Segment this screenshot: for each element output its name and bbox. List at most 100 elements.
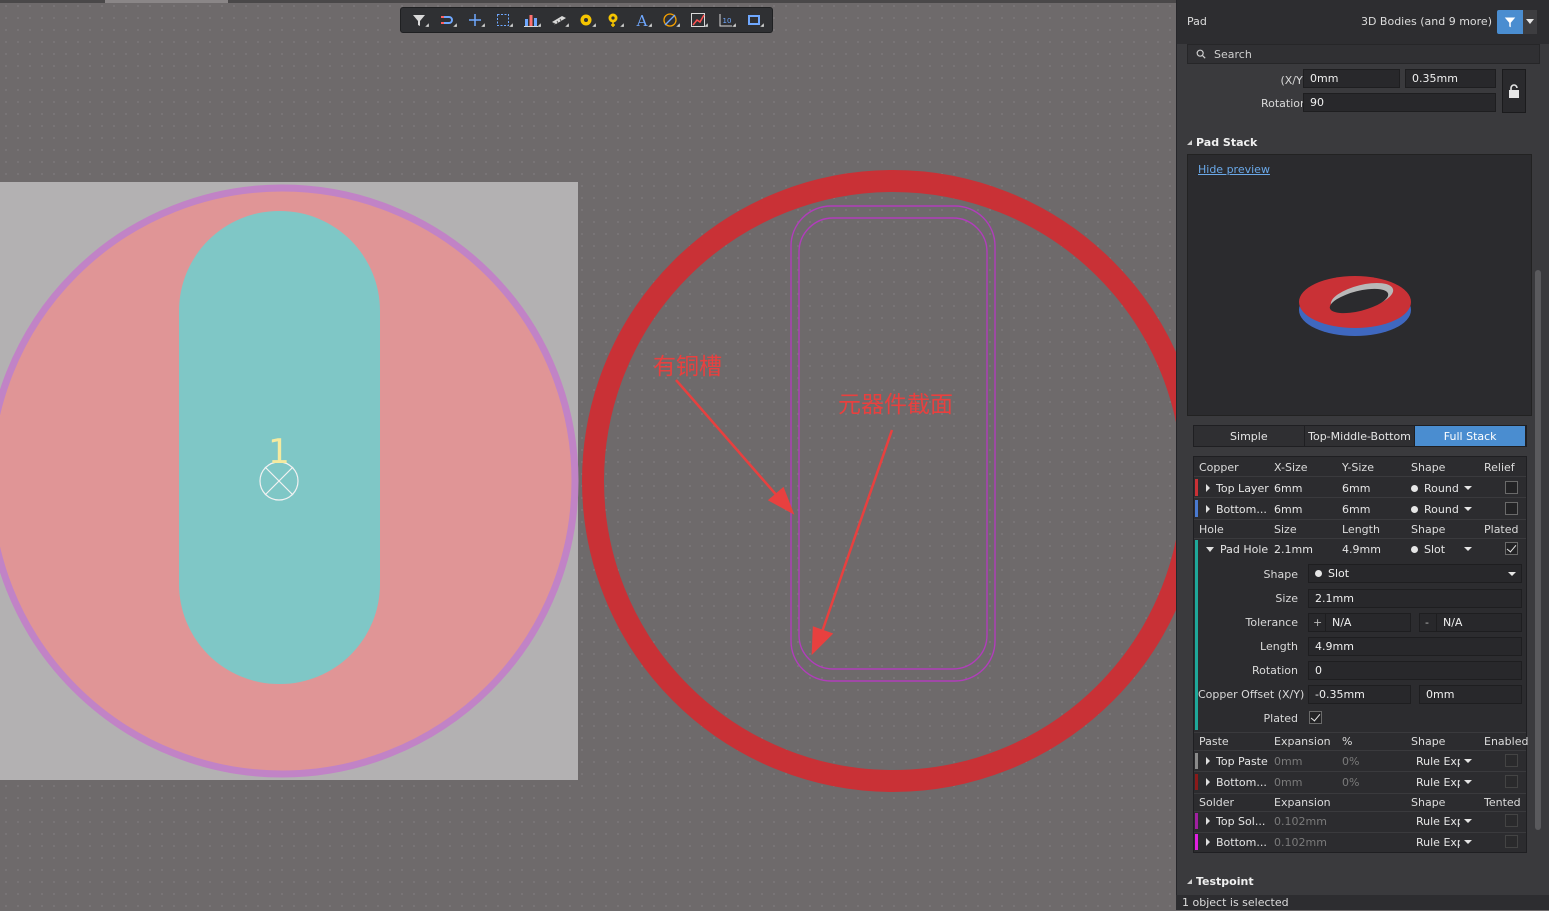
top-paste-expansion[interactable]: 0mm xyxy=(1274,755,1302,768)
top-solder-expansion[interactable]: 0.102mm xyxy=(1274,815,1327,828)
bottom-paste-shape[interactable]: Rule Exp xyxy=(1416,776,1460,789)
top-solder-tented-checkbox[interactable] xyxy=(1505,814,1518,827)
lock-icon xyxy=(1509,84,1519,98)
arc-icon[interactable] xyxy=(656,9,684,31)
hole-color xyxy=(1195,540,1198,730)
rotation-field[interactable]: 90 xyxy=(1303,93,1496,112)
solder-col-header: Solder xyxy=(1199,796,1235,809)
table-row[interactable]: Pad Hole xyxy=(1206,543,1274,556)
shape-col-header: Shape xyxy=(1411,461,1446,474)
bottom-paste-expansion[interactable]: 0mm xyxy=(1274,776,1302,789)
testpoint-section[interactable]: Testpoint xyxy=(1187,875,1254,888)
pad-3d-preview[interactable]: Hide preview xyxy=(1187,154,1532,416)
hole-length-field[interactable]: 4.9mm xyxy=(1308,637,1522,656)
filter-button[interactable] xyxy=(1497,10,1537,34)
dimension-icon[interactable]: 10 xyxy=(712,9,740,31)
via-icon[interactable] xyxy=(573,9,601,31)
top-layer-shape[interactable]: Round xyxy=(1411,482,1459,495)
filter-icon[interactable] xyxy=(405,9,433,31)
table-row[interactable]: Bottom... xyxy=(1206,776,1274,789)
select-rect-icon[interactable] xyxy=(489,9,517,31)
bar-chart-icon[interactable] xyxy=(517,9,545,31)
bottom-solder-tented-checkbox[interactable] xyxy=(1505,835,1518,848)
x-field[interactable]: 0mm xyxy=(1303,69,1400,88)
tolerance-plus-field[interactable]: N/A xyxy=(1325,613,1411,632)
y-field[interactable]: 0.35mm xyxy=(1405,69,1496,88)
bottom-layer-xsize[interactable]: 6mm xyxy=(1274,503,1302,516)
table-row[interactable]: Bottom... xyxy=(1206,503,1274,516)
top-layer-xsize[interactable]: 6mm xyxy=(1274,482,1302,495)
chevron-down-icon[interactable] xyxy=(1464,840,1472,844)
plated-checkbox[interactable] xyxy=(1309,711,1322,724)
chevron-down-icon[interactable] xyxy=(1523,10,1537,34)
rect-icon[interactable] xyxy=(740,9,768,31)
top-paste-enabled-checkbox[interactable] xyxy=(1505,754,1518,767)
bottom-solder-expansion[interactable]: 0.102mm xyxy=(1274,836,1327,849)
hole-size-col-header: Size xyxy=(1274,523,1297,536)
hole-col-header: Hole xyxy=(1199,523,1224,536)
hole-plated-checkbox[interactable] xyxy=(1505,542,1518,555)
tolerance-minus-sign: - xyxy=(1419,613,1437,632)
hole-shape-cell[interactable]: Slot xyxy=(1411,543,1459,556)
bottom-layer-relief-checkbox[interactable] xyxy=(1505,502,1518,515)
chevron-down-icon[interactable] xyxy=(1464,819,1472,823)
pad-stack-section[interactable]: Pad Stack xyxy=(1187,136,1257,149)
hole-size-cell[interactable]: 2.1mm xyxy=(1274,543,1313,556)
top-solder-color xyxy=(1195,813,1198,829)
chevron-down-icon[interactable] xyxy=(1464,507,1472,511)
tab-simple[interactable]: Simple xyxy=(1194,426,1305,446)
table-row[interactable]: Bottom... xyxy=(1206,836,1274,849)
tolerance-minus-field[interactable]: N/A xyxy=(1436,613,1522,632)
bottom-layer-ysize[interactable]: 6mm xyxy=(1342,503,1370,516)
chevron-down-icon[interactable] xyxy=(1464,759,1472,763)
chevron-down-icon[interactable] xyxy=(1464,486,1472,490)
chevron-down-icon[interactable] xyxy=(1464,780,1472,784)
pcb-canvas[interactable]: 1 有铜槽 元器件截面 A 10 xyxy=(0,0,1176,910)
cross-icon[interactable] xyxy=(461,9,489,31)
top-paste-shape[interactable]: Rule Exp xyxy=(1416,755,1460,768)
copper-offset-y-field[interactable]: 0mm xyxy=(1419,685,1522,704)
top-layer-relief-checkbox[interactable] xyxy=(1505,481,1518,494)
copper-offset-x-field[interactable]: -0.35mm xyxy=(1308,685,1411,704)
tab-top-middle-bottom[interactable]: Top-Middle-Bottom xyxy=(1304,426,1416,446)
bottom-layer-shape[interactable]: Round xyxy=(1411,503,1459,516)
table-row[interactable]: Top Paste xyxy=(1206,755,1274,768)
top-layer-ysize[interactable]: 6mm xyxy=(1342,482,1370,495)
copper-ring-3d-section xyxy=(582,170,1176,792)
chevron-down-icon[interactable] xyxy=(1508,572,1516,576)
hole-size-field[interactable]: 2.1mm xyxy=(1308,589,1522,608)
table-row[interactable]: Top Layer xyxy=(1206,482,1274,495)
top-solder-shape[interactable]: Rule Exp xyxy=(1416,815,1460,828)
filter-icon xyxy=(1497,16,1523,28)
bottom-solder-color xyxy=(1195,834,1198,850)
text-icon[interactable]: A xyxy=(628,9,656,31)
panel-scrollbar[interactable] xyxy=(1535,270,1541,830)
search-icon xyxy=(1196,49,1206,59)
filter-summary[interactable]: 3D Bodies (and 9 more) xyxy=(1361,15,1492,28)
hole-size-label: Size xyxy=(1275,592,1298,605)
chevron-down-icon[interactable] xyxy=(1464,547,1472,551)
hole-shape-select[interactable]: Slot xyxy=(1308,564,1522,583)
component-icon[interactable] xyxy=(545,9,573,31)
solder-shape-col-header: Shape xyxy=(1411,796,1446,809)
table-row[interactable]: Top Sol... xyxy=(1206,815,1274,828)
hole-length-cell[interactable]: 4.9mm xyxy=(1342,543,1381,556)
search-input[interactable]: Search xyxy=(1187,44,1540,64)
svg-text:10: 10 xyxy=(723,17,732,25)
snap-icon[interactable] xyxy=(433,9,461,31)
bottom-paste-enabled-checkbox[interactable] xyxy=(1505,775,1518,788)
hole-rotation-field[interactable]: 0 xyxy=(1308,661,1522,680)
xsize-col-header: X-Size xyxy=(1274,461,1308,474)
bottom-solder-shape[interactable]: Rule Exp xyxy=(1416,836,1460,849)
tab-full-stack[interactable]: Full Stack xyxy=(1415,426,1527,446)
line-icon[interactable] xyxy=(684,9,712,31)
slot-section-inner xyxy=(798,217,988,670)
top-paste-pct[interactable]: 0% xyxy=(1342,755,1359,768)
annotation-component-section: 元器件截面 xyxy=(838,392,953,418)
pad-icon[interactable] xyxy=(600,9,628,31)
annotation-copper-slot: 有铜槽 xyxy=(653,354,722,380)
lock-button[interactable] xyxy=(1502,69,1526,113)
pcb-drawing[interactable]: 1 xyxy=(0,0,1176,910)
active-bar: A 10 xyxy=(400,7,773,33)
bottom-paste-pct[interactable]: 0% xyxy=(1342,776,1359,789)
